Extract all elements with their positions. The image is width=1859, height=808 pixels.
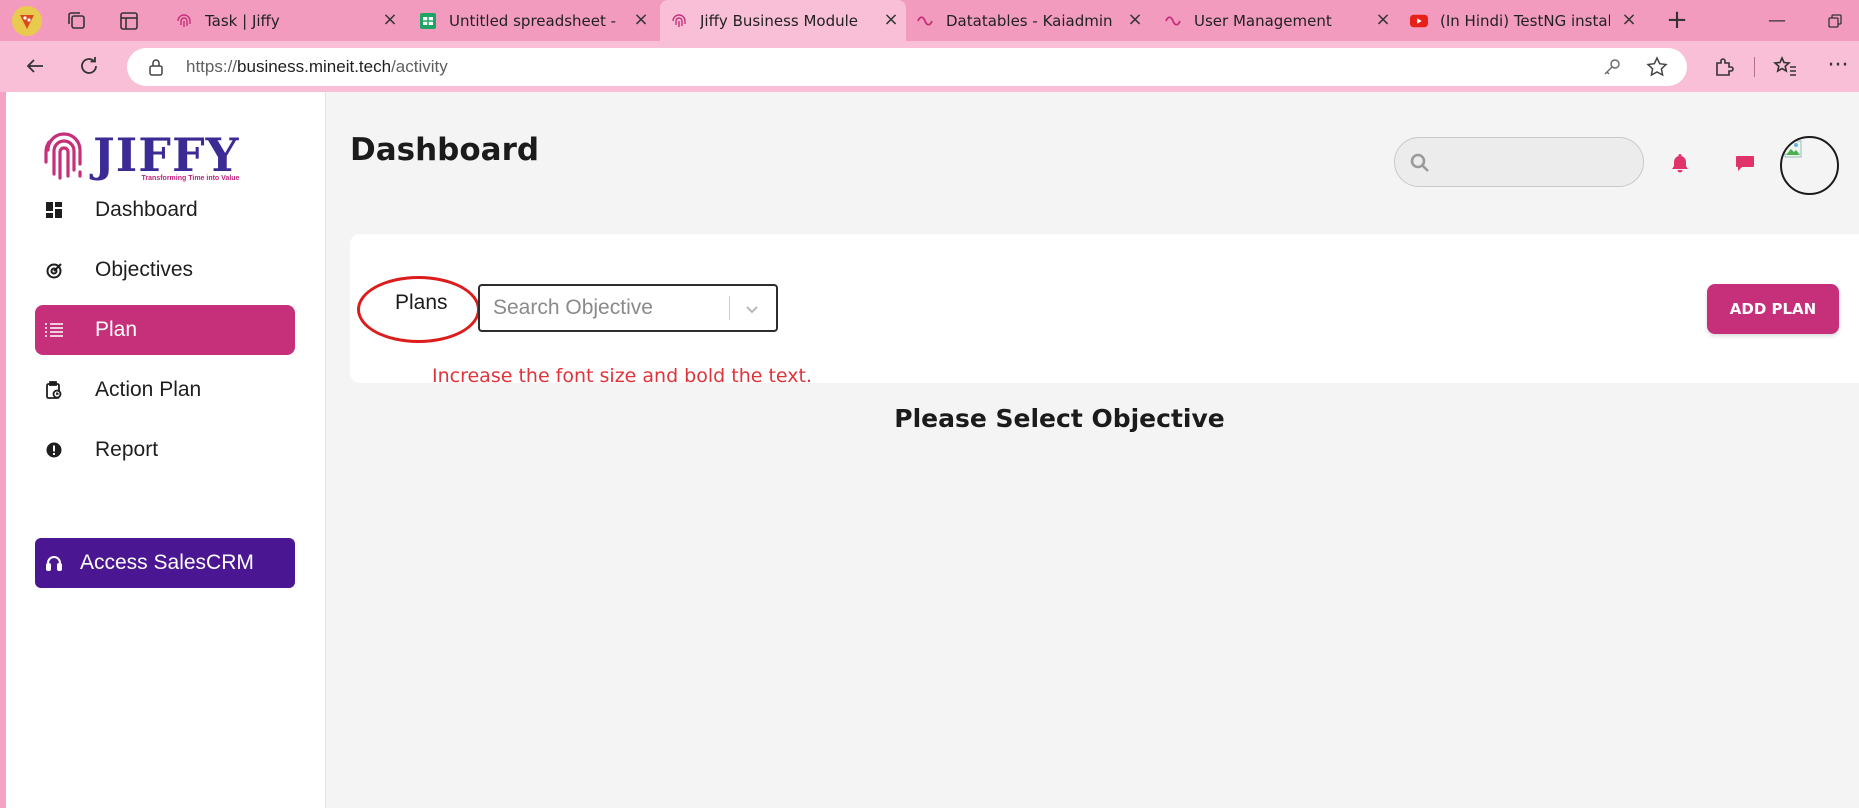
tab-label: Jiffy Business Module	[700, 11, 859, 30]
browser-tab[interactable]: Datatables - Kaiadmin Boo ×	[910, 0, 1150, 41]
url-path: /activity	[391, 57, 448, 76]
objective-select-placeholder: Search Objective	[493, 296, 653, 319]
sidebar-item-label: Objectives	[95, 258, 194, 281]
sidebar-item-label: Plan	[95, 318, 138, 341]
tab-close-icon[interactable]: ×	[882, 11, 900, 29]
sidebar-item-label: Dashboard	[95, 198, 198, 221]
workspaces-icon[interactable]	[66, 10, 88, 32]
tab-close-icon[interactable]: ×	[1620, 11, 1638, 29]
tab-label: Datatables - Kaiadmin Boo	[946, 11, 1116, 30]
refresh-icon[interactable]	[74, 51, 104, 81]
notification-bell-icon[interactable]	[1669, 152, 1691, 174]
minimize-icon[interactable]: —	[1762, 6, 1792, 36]
profile-icon[interactable]	[12, 6, 42, 36]
sidebar-item-label: Action Plan	[95, 378, 202, 401]
url-host: business.mineit.tech	[237, 57, 392, 76]
search-icon	[1409, 152, 1431, 174]
tab-close-icon[interactable]: ×	[381, 11, 399, 29]
sidebar: JIFFY Transforming Time into Value Dashb…	[6, 92, 326, 808]
empty-state-message: Please Select Objective	[894, 404, 1225, 433]
tab-close-icon[interactable]: ×	[1126, 11, 1144, 29]
clipboard-icon	[45, 381, 63, 399]
add-plan-button[interactable]: ADD PLAN	[1707, 284, 1839, 334]
kaiadmin-icon	[1164, 12, 1182, 30]
url-scheme: https://	[186, 57, 238, 76]
chat-icon[interactable]	[1734, 152, 1756, 174]
alert-icon	[45, 441, 63, 459]
tab-close-icon[interactable]: ×	[632, 11, 650, 29]
tab-label: Untitled spreadsheet - Go	[449, 11, 619, 30]
select-divider	[729, 296, 730, 320]
jiffy-fingerprint-icon	[670, 12, 688, 30]
browser-tab-active[interactable]: Jiffy Business Module ×	[660, 0, 906, 41]
logo-title: JIFFY	[93, 127, 240, 182]
tab-label: User Management	[1194, 11, 1332, 30]
browser-toolbar: https://business.mineit.tech/activity ··…	[0, 41, 1859, 92]
sidebar-item-report[interactable]: Report	[35, 425, 295, 475]
extensions-icon[interactable]	[1711, 53, 1737, 79]
page-title: Dashboard	[350, 132, 540, 168]
logo-wordmark: JIFFY Transforming Time into Value	[93, 127, 240, 182]
more-options-icon[interactable]: ···	[1825, 53, 1851, 79]
browser-tab-strip: Task | Jiffy × Untitled spreadsheet - Go…	[0, 0, 1859, 41]
google-sheets-icon	[419, 12, 437, 30]
toolbar-separator	[1754, 57, 1755, 77]
grid-icon	[45, 201, 63, 219]
favorites-icon[interactable]	[1772, 53, 1798, 79]
tab-label: (In Hindi) TestNG installati	[1440, 11, 1610, 30]
url-text: https://business.mineit.tech/activity	[186, 48, 448, 86]
avatar[interactable]	[1780, 136, 1839, 195]
jiffy-logo[interactable]: JIFFY Transforming Time into Value	[41, 127, 239, 187]
sidebar-item-plan[interactable]: Plan	[35, 305, 295, 355]
main-content: Dashboard Plans Search Objective ADD PLA…	[326, 92, 1859, 808]
browser-tab[interactable]: (In Hindi) TestNG installati ×	[1404, 0, 1644, 41]
sidebar-item-label: Report	[95, 438, 159, 461]
header-search-input[interactable]	[1394, 137, 1644, 187]
kaiadmin-icon	[916, 12, 934, 30]
broken-image-icon	[1784, 140, 1802, 158]
favorite-star-icon[interactable]	[1645, 55, 1669, 79]
sidebar-item-action-plan[interactable]: Action Plan	[35, 365, 295, 415]
restore-icon[interactable]	[1820, 6, 1850, 36]
access-salescrm-button[interactable]: Access SalesCRM	[35, 538, 295, 588]
fingerprint-logo-icon	[44, 132, 82, 180]
headset-icon	[45, 554, 63, 572]
browser-tab[interactable]: User Management ×	[1158, 0, 1398, 41]
list-icon	[45, 321, 63, 339]
tab-close-icon[interactable]: ×	[1374, 11, 1392, 29]
annotation-note: Increase the font size and bold the text…	[432, 365, 812, 387]
sidebar-item-objectives[interactable]: Objectives	[35, 245, 295, 295]
new-tab-icon[interactable]: +	[1662, 6, 1692, 36]
key-icon[interactable]	[1603, 58, 1621, 76]
vertical-tabs-icon[interactable]	[118, 10, 140, 32]
crm-button-label: Access SalesCRM	[80, 551, 254, 574]
target-icon	[45, 261, 63, 279]
tab-label: Task | Jiffy	[205, 11, 280, 30]
youtube-icon	[1410, 12, 1428, 30]
back-arrow-icon[interactable]	[20, 51, 50, 81]
browser-tab[interactable]: Task | Jiffy ×	[165, 0, 405, 41]
sidebar-item-dashboard[interactable]: Dashboard	[35, 185, 295, 235]
jiffy-fingerprint-icon	[175, 12, 193, 30]
browser-tab[interactable]: Untitled spreadsheet - Go ×	[411, 0, 656, 41]
objective-select[interactable]: Search Objective	[478, 284, 778, 332]
plans-filter-card: Plans Search Objective ADD PLAN	[350, 234, 1859, 383]
lock-icon[interactable]	[147, 58, 165, 76]
address-bar[interactable]: https://business.mineit.tech/activity	[127, 48, 1687, 86]
chevron-down-icon[interactable]	[742, 299, 762, 319]
plans-label: Plans	[395, 291, 448, 314]
